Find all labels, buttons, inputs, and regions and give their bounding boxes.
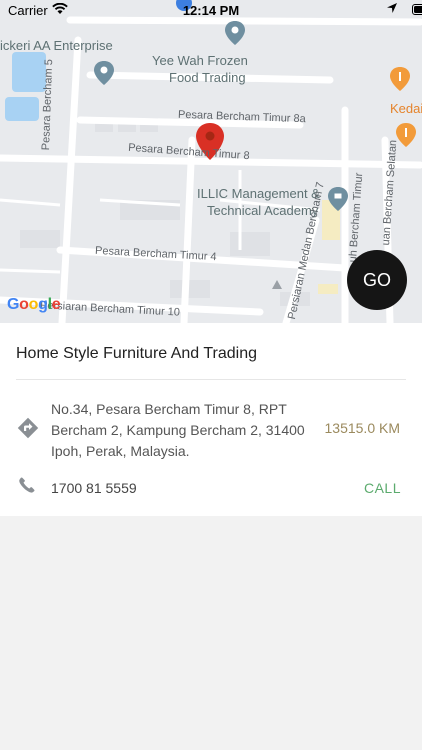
status-bar: Carrier 12:14 PM [0,0,422,22]
divider [16,379,406,380]
place-details-panel: Home Style Furniture And Trading No.34, … [0,323,422,516]
place-title: Home Style Furniture And Trading [16,345,258,362]
poi-label: Food Trading [169,70,246,85]
go-button[interactable]: GO [347,250,407,310]
poi-label: Yee Wah Frozen [152,53,248,68]
distance-label: 13515.0 KM [324,420,401,436]
google-logo: Google [7,296,61,313]
poi-label: ILLIC Management & [197,186,320,201]
poi-label: ickeri AA Enterprise [0,38,113,53]
directions-icon[interactable] [17,417,39,444]
clock: 12:14 PM [182,3,240,18]
poi-label: Kedai [390,101,422,116]
poi-label: Technical Academy [207,203,319,218]
address-text: No.34, Pesara Bercham Timur 8, RPT Berch… [51,401,305,459]
call-button[interactable]: CALL [364,480,401,496]
phone-icon [19,477,35,498]
phone-number: 1700 81 5559 [51,480,137,496]
